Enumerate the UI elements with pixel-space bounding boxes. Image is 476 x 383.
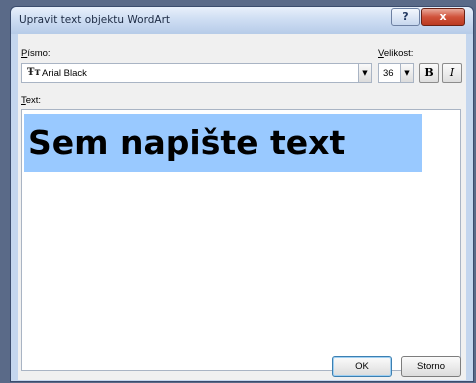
italic-button[interactable]: I: [442, 63, 462, 83]
text-content[interactable]: Sem napište text: [24, 114, 422, 172]
chevron-down-icon[interactable]: ▼: [400, 64, 413, 82]
cancel-button[interactable]: Storno: [401, 356, 461, 377]
text-label: Text:: [21, 95, 42, 106]
font-label: Písmo:: [21, 48, 51, 59]
size-value: 36: [383, 68, 394, 79]
font-select[interactable]: Ŧт Arial Black ▼: [21, 63, 372, 83]
bold-button[interactable]: B: [419, 63, 439, 83]
truetype-font-icon: Ŧт: [27, 67, 41, 78]
help-button[interactable]: ?: [391, 8, 420, 26]
close-button[interactable]: x: [421, 8, 465, 26]
title-bar[interactable]: Upravit text objektu WordArt ? x: [11, 7, 473, 34]
font-value: Arial Black: [42, 68, 87, 79]
chevron-down-icon[interactable]: ▼: [358, 64, 371, 82]
size-label: Velikost:: [378, 48, 414, 59]
ok-button[interactable]: OK: [332, 356, 392, 377]
size-select[interactable]: 36 ▼: [378, 63, 414, 83]
text-input[interactable]: Sem napište text: [21, 109, 461, 371]
dialog-title: Upravit text objektu WordArt: [19, 14, 171, 26]
wordart-dialog: Upravit text objektu WordArt ? x Písmo: …: [10, 6, 474, 382]
dialog-content: Písmo: Ŧт Arial Black ▼ Velikost: 36 ▼ B…: [18, 34, 466, 380]
